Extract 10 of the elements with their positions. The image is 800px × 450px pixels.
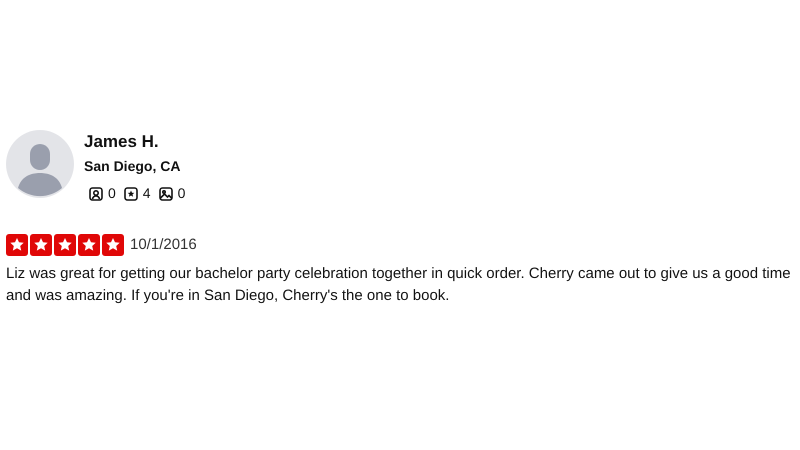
review-date: 10/1/2016 bbox=[130, 235, 197, 255]
stat-count: 0 bbox=[178, 184, 186, 203]
stat-count: 4 bbox=[142, 184, 151, 203]
reviewer-name: James H. bbox=[84, 131, 160, 153]
photo-icon bbox=[158, 186, 173, 200]
stat-count: 0 bbox=[108, 184, 116, 203]
reviewer-location: San Diego, CA bbox=[84, 157, 182, 175]
friends-icon bbox=[89, 186, 103, 200]
review-text: Liz was great for getting our bachelor party celebration together in quick order. Cherry came out to give us a good time and was amazing. If you're in San Diego, Cherry's the one to book. bbox=[6, 264, 792, 306]
avatar bbox=[6, 130, 74, 198]
